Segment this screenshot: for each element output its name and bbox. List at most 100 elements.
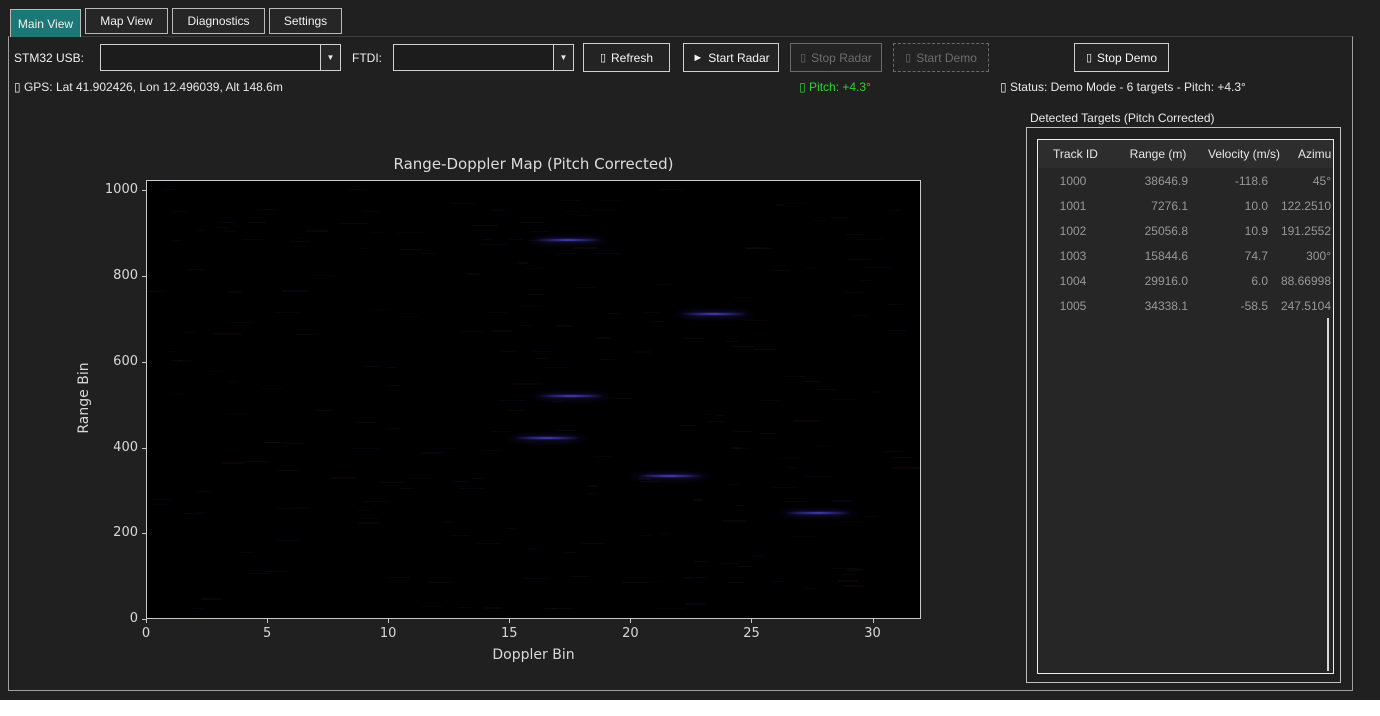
table-row[interactable]: 10017276.110.0122.2510	[1038, 194, 1333, 219]
stop-demo-button[interactable]: ▯Stop Demo	[1074, 43, 1169, 72]
heatmap-noise	[783, 501, 807, 502]
stm32-usb-combobox-arrow[interactable]: ▼	[320, 45, 340, 70]
heatmap-noise	[226, 413, 249, 414]
heatmap-noise	[680, 425, 696, 426]
stop-radar-button[interactable]: ▯Stop Radar	[790, 43, 882, 72]
ftdi-combobox-arrow[interactable]: ▼	[553, 45, 573, 70]
heatmap-noise	[330, 477, 356, 479]
start-demo-button[interactable]: ▯Start Demo	[893, 43, 989, 72]
table-row[interactable]: 100429916.06.088.66998	[1038, 269, 1333, 294]
cell-azimuth: 247.5104	[1218, 294, 1331, 319]
column-header-track-id[interactable]: Track ID	[1048, 140, 1103, 168]
heatmap-noise	[420, 606, 444, 607]
heatmap-noise	[760, 433, 775, 434]
tab-settings[interactable]: Settings	[269, 8, 342, 34]
y-tick-mark	[142, 190, 146, 191]
heatmap-noise	[597, 456, 610, 457]
y-tick-label: 0	[98, 611, 138, 626]
stm32-usb-combobox[interactable]: ▼	[100, 44, 341, 71]
table-row[interactable]: 100315844.674.7300°	[1038, 244, 1333, 269]
heatmap-noise	[587, 493, 599, 494]
heatmap-noise	[406, 478, 434, 479]
heatmap-noise	[554, 430, 576, 431]
stop-demo-button-label: Stop Demo	[1097, 51, 1157, 65]
heatmap-noise	[723, 520, 746, 522]
table-scrollbar[interactable]	[1327, 318, 1329, 671]
heatmap-noise	[884, 451, 903, 452]
heatmap-noise	[703, 414, 713, 415]
heatmap-noise	[173, 240, 181, 241]
heatmap-noise	[557, 253, 577, 254]
table-row[interactable]: 100038646.9-118.645°	[1038, 169, 1333, 194]
ftdi-combobox[interactable]: ▼	[393, 44, 574, 71]
heatmap-noise	[843, 292, 863, 293]
cell-range: 15844.6	[1098, 244, 1188, 269]
heatmap-noise	[864, 267, 891, 268]
heatmap-noise	[265, 442, 288, 443]
x-tick-mark	[630, 619, 631, 623]
heatmap-noise	[359, 248, 369, 249]
heatmap-noise	[229, 381, 238, 382]
heatmap-noise	[482, 239, 491, 240]
heatmap-noise	[832, 500, 853, 502]
heatmap-noise	[641, 535, 650, 536]
heatmap-noise	[349, 189, 368, 190]
heatmap-noise	[729, 582, 745, 583]
heatmap-noise	[193, 608, 203, 609]
table-row[interactable]: 100225056.810.9191.2552	[1038, 219, 1333, 244]
column-header-velocity[interactable]: Velocity (m/s)	[1198, 140, 1290, 168]
column-header-azimuth[interactable]: Azimu	[1298, 140, 1334, 168]
cell-track-id: 1002	[1048, 219, 1098, 244]
heatmap-noise	[398, 316, 420, 317]
heatmap-noise	[737, 505, 745, 506]
heatmap-noise	[185, 513, 203, 514]
heatmap-noise	[733, 346, 754, 347]
heatmap-noise	[524, 268, 542, 269]
heatmap-noise	[856, 239, 883, 240]
refresh-icon: ▯	[600, 51, 606, 64]
heatmap-noise	[286, 443, 305, 444]
heatmap-noise	[794, 420, 821, 422]
targets-table-header: Track ID Range (m)Velocity (m/s) Azimu	[1038, 140, 1333, 168]
heatmap-noise	[513, 383, 539, 385]
x-axis-label: Doppler Bin	[146, 647, 921, 663]
start-demo-button-label: Start Demo	[916, 51, 977, 65]
heatmap-noise	[269, 446, 289, 447]
tab-map-view[interactable]: Map View	[85, 8, 168, 34]
heatmap-noise	[222, 462, 246, 464]
heatmap-noise	[888, 330, 907, 331]
cell-range: 7276.1	[1098, 194, 1188, 219]
heatmap-noise	[599, 200, 621, 201]
start-radar-icon: ►	[692, 52, 703, 64]
heatmap-noise	[297, 334, 317, 335]
heatmap-noise	[544, 608, 558, 609]
heatmap-noise	[442, 522, 455, 523]
heatmap-noise	[216, 227, 229, 228]
heatmap-noise	[694, 561, 709, 562]
heatmap-noise	[152, 499, 171, 500]
heatmap-noise	[487, 312, 507, 313]
chart-title: Range-Doppler Map (Pitch Corrected)	[146, 155, 921, 173]
start-radar-button[interactable]: ►Start Radar	[683, 43, 779, 72]
heatmap-noise	[841, 574, 855, 575]
heatmap-noise	[278, 508, 305, 509]
heatmap-noise	[185, 332, 195, 333]
table-row[interactable]: 100534338.1-58.5247.5104	[1038, 294, 1333, 319]
heatmap-noise	[556, 325, 574, 327]
heatmap-noise	[206, 371, 221, 372]
heatmap-noise	[773, 581, 784, 582]
y-tick-mark	[142, 448, 146, 449]
tab-diagnostics[interactable]: Diagnostics	[172, 8, 265, 34]
heatmap-noise	[364, 501, 390, 502]
heatmap-noise	[655, 284, 671, 285]
heatmap-noise	[787, 467, 796, 468]
tab-main-view[interactable]: Main View	[10, 9, 81, 37]
refresh-button[interactable]: ▯Refresh	[583, 43, 670, 72]
heatmap-noise	[473, 225, 498, 226]
heatmap-noise	[362, 211, 378, 212]
targets-table[interactable]: Track ID Range (m)Velocity (m/s) Azimu 100…	[1037, 139, 1334, 674]
heatmap-noise	[727, 484, 739, 485]
heatmap-noise	[530, 231, 549, 232]
column-header-range[interactable]: Range (m)	[1113, 140, 1203, 168]
status-icon: ▯	[1000, 80, 1007, 94]
